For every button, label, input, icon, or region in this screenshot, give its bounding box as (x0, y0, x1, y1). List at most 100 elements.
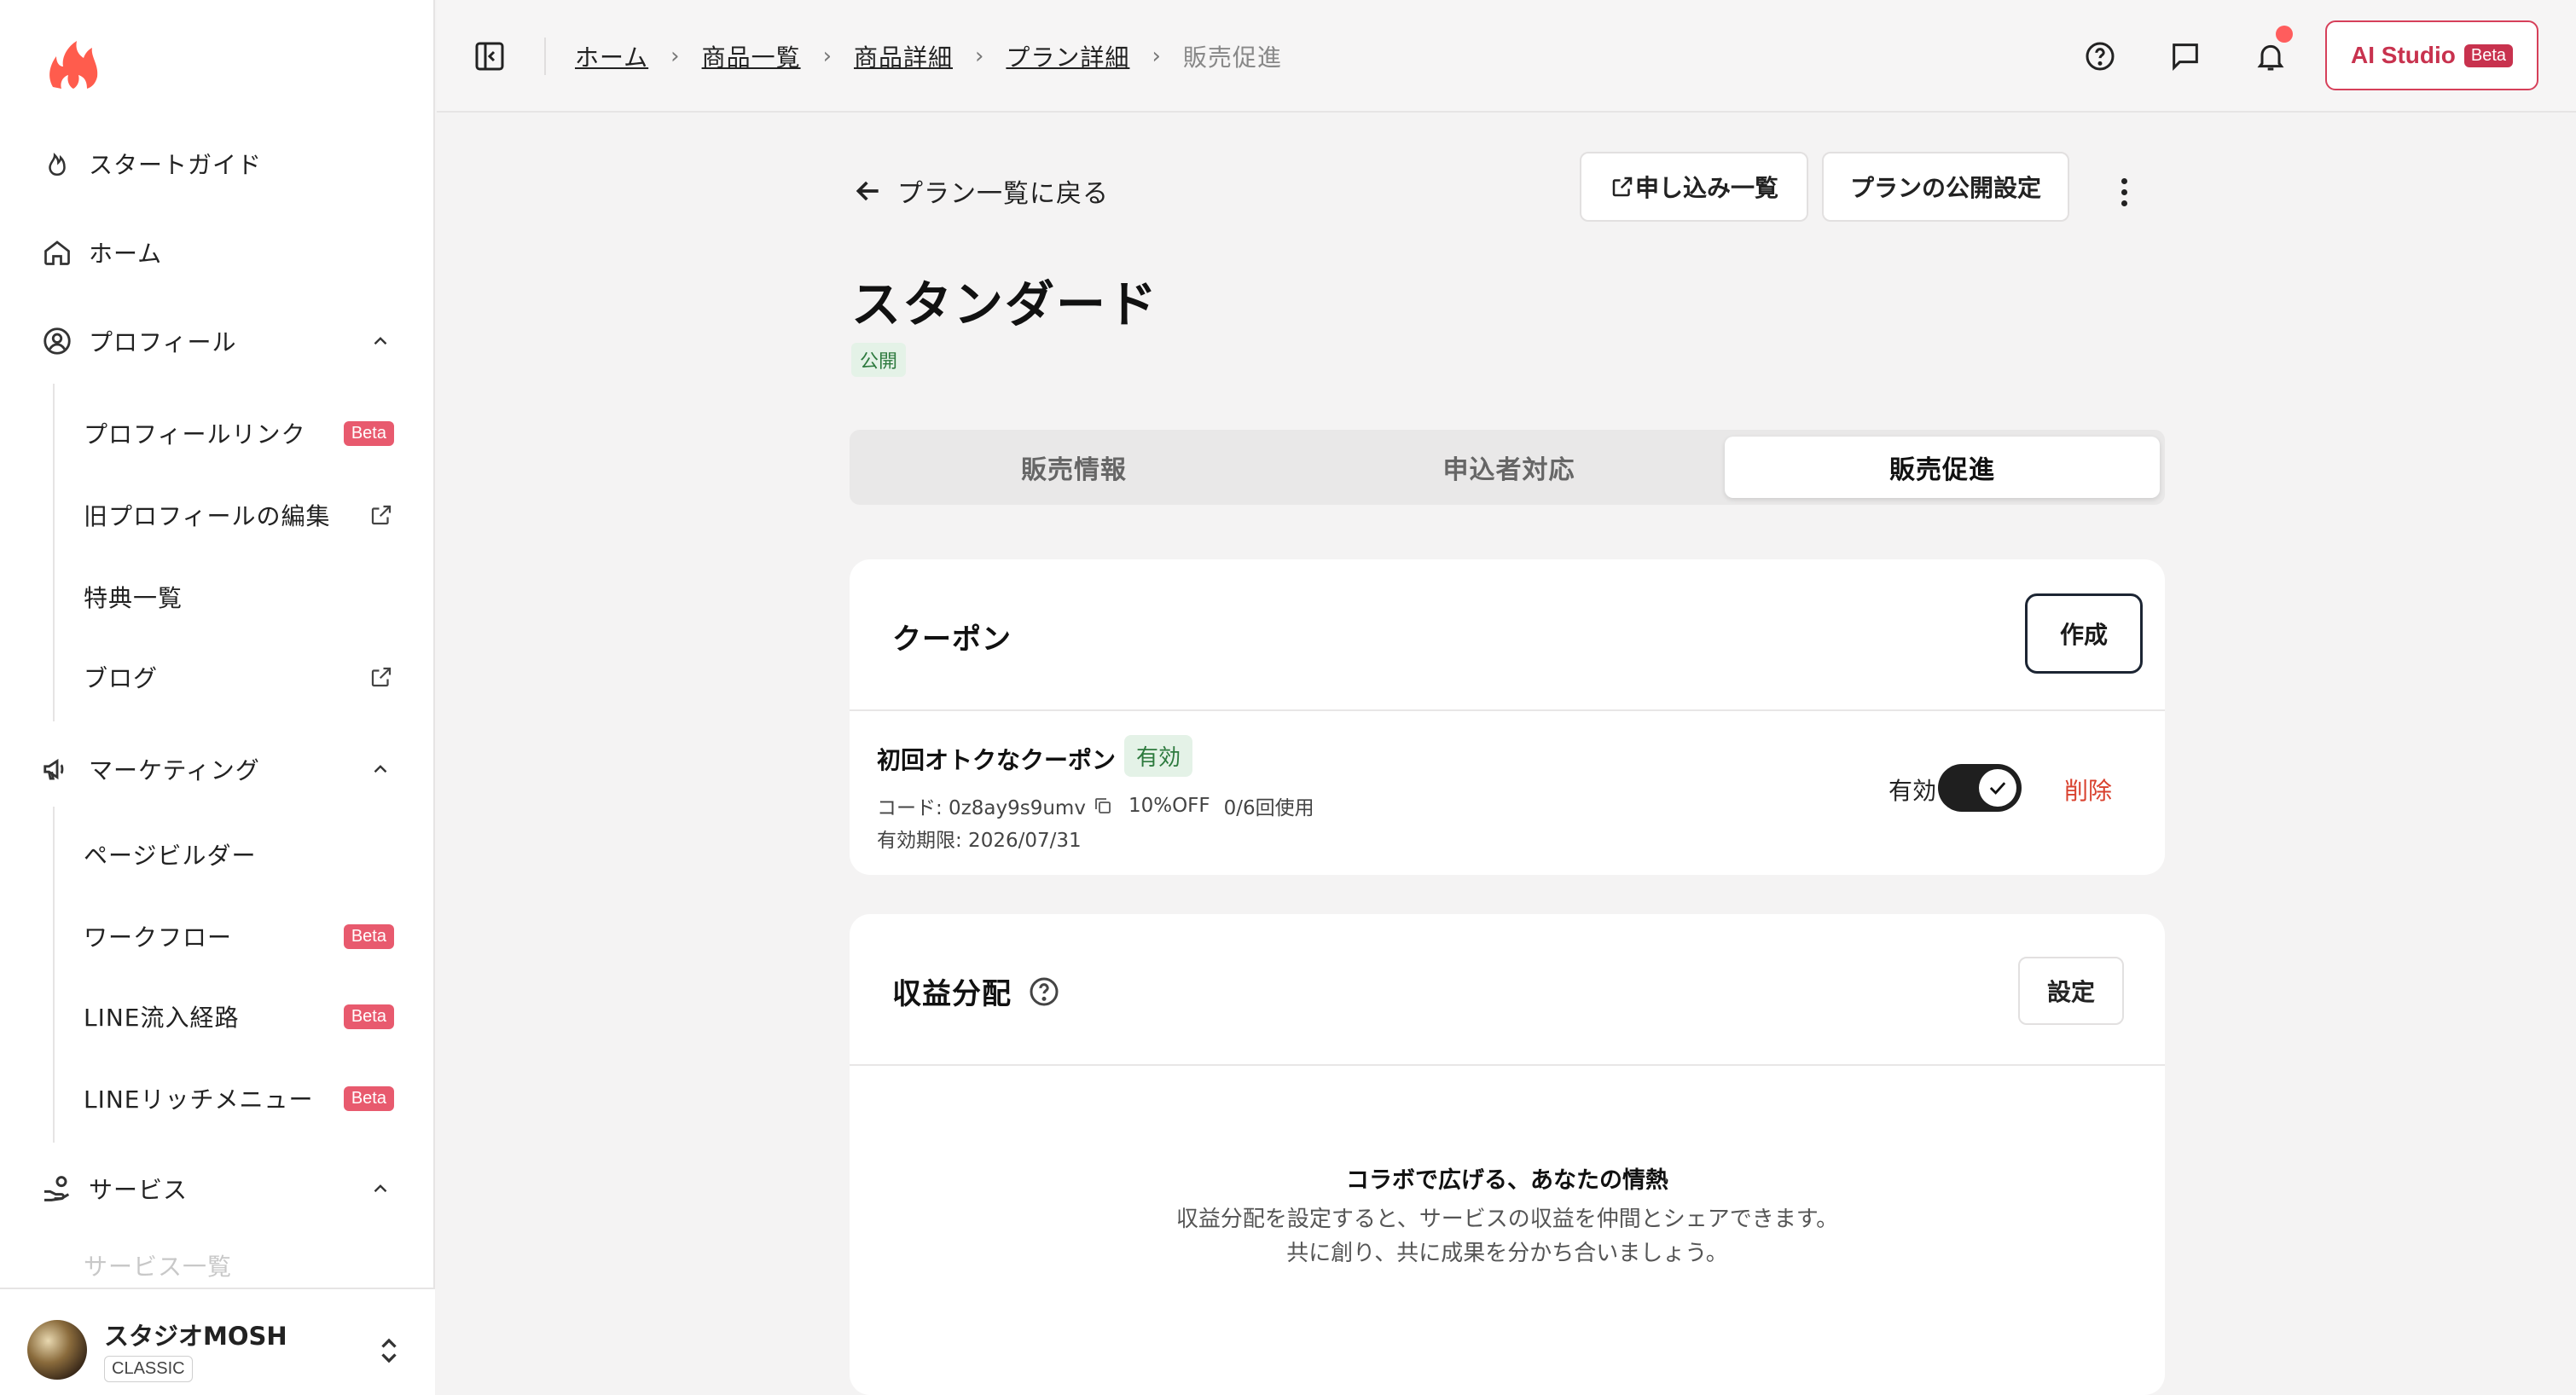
sidebar-item-workflow[interactable]: ワークフロー Beta (0, 911, 435, 962)
breadcrumb-current: 販売促進 (1182, 43, 1282, 72)
chat-icon[interactable] (2167, 38, 2204, 75)
beta-badge: Beta (2463, 43, 2514, 67)
back-to-plans-link[interactable]: プラン一覧に戻る (851, 165, 1109, 217)
main-content: プラン一覧に戻る 申し込み一覧 プランの公開設定 スタンダード 公開 販売情報 … (437, 114, 2576, 1395)
chevron-right-icon: › (670, 43, 680, 69)
external-link-icon (368, 502, 394, 528)
help-icon[interactable] (2081, 38, 2119, 75)
coupon-enabled-toggle[interactable] (1938, 764, 2022, 812)
sidebar-item-profile-link[interactable]: プロフィールリンク Beta (0, 408, 435, 459)
status-badge: 公開 (851, 343, 907, 377)
sidebar-item-line-inflow[interactable]: LINE流入経路 Beta (0, 991, 435, 1042)
ai-studio-label: AI Studio (2350, 42, 2456, 68)
empty-state-title: コラボで広げる、あなたの情熱 (1346, 1167, 1668, 1194)
breadcrumb: ホーム › 商品一覧 › 商品詳細 › プラン詳細 › 販売促進 (575, 38, 1282, 75)
delete-coupon-button[interactable]: 削除 (2064, 773, 2112, 807)
hand-coin-icon (39, 1171, 75, 1207)
chevron-up-icon[interactable] (365, 326, 396, 356)
divider (850, 1064, 2165, 1066)
sidebar-item-start-guide[interactable]: スタートガイド (0, 138, 435, 189)
notification-dot (2276, 26, 2293, 43)
flame-icon (39, 146, 75, 182)
chevron-right-icon: › (1152, 43, 1161, 69)
sidebar-item-profile[interactable]: プロフィール (0, 315, 435, 367)
bell-icon[interactable] (2252, 26, 2293, 75)
divider (850, 709, 2165, 711)
sidebar-item-label: ブログ (84, 664, 159, 692)
breadcrumb-plan-detail[interactable]: プラン詳細 (1006, 39, 1129, 73)
home-icon (39, 234, 75, 270)
tab-sales-info[interactable]: 販売情報 (856, 437, 1291, 498)
sidebar-item-label: ワークフロー (84, 923, 233, 952)
sidebar: スタートガイド ホーム プロフィール プロフィールリンク Beta 旧プロフィー… (0, 0, 435, 1395)
tab-sales-promotion[interactable]: 販売促進 (1725, 437, 2160, 498)
external-link-icon (368, 664, 394, 690)
chevron-up-icon[interactable] (365, 754, 396, 784)
tab-applicant-handling[interactable]: 申込者対応 (1291, 437, 1726, 498)
coupon-status-badge: 有効 (1124, 735, 1193, 777)
user-circle-icon (39, 323, 75, 359)
chevron-up-down-icon[interactable] (374, 1334, 404, 1368)
sidebar-item-page-builder[interactable]: ページビルダー (0, 829, 435, 880)
sidebar-item-label: サービス一覧 (84, 1253, 233, 1281)
divider (544, 38, 546, 75)
plan-publish-settings-button[interactable]: プランの公開設定 (1822, 152, 2069, 222)
sidebar-item-label: マーケティング (89, 756, 260, 784)
account-name: スタジオMOSH (104, 1322, 287, 1351)
beta-badge: Beta (343, 420, 394, 446)
account-switcher[interactable]: スタジオMOSH CLASSIC (0, 1288, 435, 1395)
sidebar-item-blog[interactable]: ブログ (0, 651, 435, 703)
sidebar-item-service-list[interactable]: サービス一覧 (0, 1247, 435, 1284)
empty-state-line-1: 収益分配を設定すると、サービスの収益を仲間とシェアできます。 (1175, 1207, 1839, 1232)
sidebar-item-line-rich-menu[interactable]: LINEリッチメニュー Beta (0, 1073, 435, 1124)
sidebar-item-label: ホーム (89, 240, 163, 268)
sidebar-item-service[interactable]: サービス (0, 1163, 435, 1214)
logo-flame-icon[interactable] (44, 38, 102, 92)
external-link-icon (1612, 177, 1633, 197)
beta-badge: Beta (343, 1004, 394, 1029)
sidebar-item-legacy-profile-edit[interactable]: 旧プロフィールの編集 (0, 489, 435, 541)
sidebar-item-label: LINE流入経路 (84, 1004, 240, 1032)
applications-label: 申し込み一覧 (1634, 174, 1778, 202)
coupon-usage: 0/6回使用 (1223, 797, 1314, 819)
sidebar-item-marketing[interactable]: マーケティング (0, 744, 435, 795)
chevron-right-icon: › (822, 43, 832, 69)
coupon-meta: コード: 0z8ay9s9umv 10%OFF 0/6回使用 (877, 791, 1328, 820)
sidebar-item-benefits[interactable]: 特典一覧 (0, 571, 435, 622)
breadcrumb-home[interactable]: ホーム (575, 39, 648, 73)
arrow-left-icon (856, 181, 879, 201)
sidebar-item-label: スタートガイド (89, 151, 263, 179)
coupon-toggle-label: 有効 (1888, 777, 1937, 805)
coupon-discount: 10%OFF (1128, 795, 1210, 817)
chevron-right-icon: › (975, 43, 984, 69)
tab-bar: 販売情報 申込者対応 販売促進 (850, 430, 2165, 505)
sidebar-collapse-icon[interactable] (473, 39, 507, 73)
beta-badge: Beta (343, 1085, 394, 1111)
help-icon[interactable] (1027, 975, 1061, 1009)
chevron-up-icon[interactable] (365, 1173, 396, 1204)
revenue-card-title: 収益分配 (892, 977, 1012, 1011)
copy-icon[interactable] (1093, 796, 1113, 816)
coupon-card: クーポン 作成 初回オトクなクーポン 有効 コード: 0z8ay9s9umv 1… (850, 559, 2165, 875)
megaphone-icon (39, 751, 75, 787)
publish-settings-label: プランの公開設定 (1849, 174, 2041, 202)
account-plan-badge: CLASSIC (104, 1356, 193, 1382)
breadcrumb-products[interactable]: 商品一覧 (702, 39, 801, 73)
revenue-settings-button[interactable]: 設定 (2018, 957, 2124, 1025)
sidebar-item-label: サービス (89, 1176, 189, 1204)
sidebar-item-label: 旧プロフィールの編集 (84, 502, 331, 530)
back-label: プラン一覧に戻る (897, 179, 1109, 209)
more-menu-icon[interactable] (2107, 171, 2141, 213)
breadcrumb-product-detail[interactable]: 商品詳細 (854, 39, 953, 73)
sidebar-item-home[interactable]: ホーム (0, 227, 435, 278)
create-coupon-button[interactable]: 作成 (2025, 593, 2143, 674)
ai-studio-button[interactable]: AI Studio Beta (2325, 20, 2538, 90)
empty-state-line-2: 共に創り、共に成果を分かち合いましょう。 (1286, 1241, 1728, 1266)
coupon-code: コード: 0z8ay9s9umv (877, 797, 1086, 819)
page-title: スタンダード (851, 275, 1159, 333)
applications-button[interactable]: 申し込み一覧 (1580, 152, 1808, 222)
coupon-name: 初回オトクなクーポン (877, 746, 1117, 774)
avatar (27, 1320, 87, 1380)
sidebar-item-label: 特典一覧 (84, 584, 183, 612)
sidebar-item-label: プロフィールリンク (84, 420, 306, 449)
